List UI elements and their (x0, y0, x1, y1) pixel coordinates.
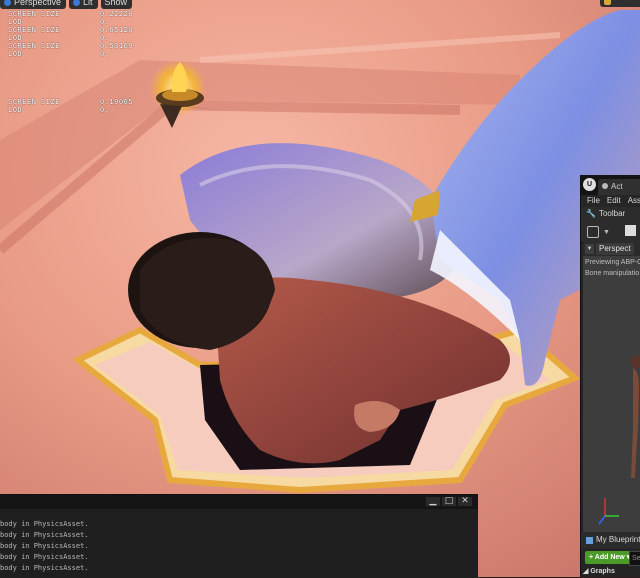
lod-stat-value: 0. (100, 106, 110, 114)
my-blueprint-tab[interactable]: My Blueprint (581, 532, 640, 548)
lod-stat-value: 0. (100, 18, 110, 26)
preview-perspective-label: Perspect (599, 244, 631, 253)
lod-stat-row: LOD 0. (8, 18, 133, 26)
perspective-icon (4, 0, 11, 6)
log-line: body in PhysicsAsset. (0, 542, 89, 550)
compile-icon[interactable] (587, 226, 599, 238)
menu-file[interactable]: File (587, 195, 600, 207)
minimize-icon[interactable]: ▁ (426, 497, 440, 506)
lit-icon (73, 0, 81, 6)
tab-act[interactable]: Act (598, 179, 640, 195)
show-button[interactable]: Show (100, 0, 133, 9)
dropdown-arrow-icon[interactable]: ▼ (603, 229, 610, 236)
lod-stat-row: LOD 0. (8, 34, 133, 42)
save-icon[interactable] (625, 225, 636, 236)
lod-stat-key: LOD (8, 50, 23, 58)
toolbar-title: Toolbar (598, 209, 626, 218)
lod-stat-value: 0.22220 (100, 10, 134, 18)
lod-stat-key: SCREEN SIZE (8, 98, 60, 106)
lod-stat-row: LOD 0. (8, 50, 133, 58)
lod-stat-value: 0. (100, 50, 110, 58)
unreal-logo-icon[interactable]: U (583, 178, 596, 191)
lod-stat-value: 0.65120 (100, 26, 134, 34)
preview-perspective-button[interactable]: Perspect (596, 243, 634, 255)
lod-stat-key: LOD (8, 18, 23, 26)
lod-stat-value: 0.53169 (100, 42, 134, 50)
log-line: body in PhysicsAsset. (0, 564, 89, 572)
lod-stat-value: 0. (100, 34, 110, 42)
wrench-icon: 🔧 (586, 209, 596, 218)
log-line: body in PhysicsAsset. (0, 531, 89, 539)
editor-tabbar: U Act (581, 175, 640, 195)
lod-stats-overlay: SCREEN SIZE 0.22220 LOD 0. SCREEN SIZE 0.65… (8, 10, 133, 114)
log-lines[interactable]: body in PhysicsAsset. body in PhysicsAss… (0, 519, 89, 574)
lod-stat-key: LOD (8, 34, 23, 42)
menu-asset[interactable]: Ass (628, 195, 640, 207)
my-blueprint-label: My Blueprint (596, 535, 640, 544)
window-controls: ▁ □ ✕ (426, 497, 472, 506)
log-line: body in PhysicsAsset. (0, 553, 89, 561)
perspective-label: Perspective (14, 0, 62, 7)
output-log-titlebar[interactable]: ▁ □ ✕ (0, 495, 478, 509)
perspective-button[interactable]: Perspective (0, 0, 67, 9)
level-viewport[interactable]: Perspective Lit Show SCREEN SIZE 0.22220 … (0, 0, 640, 577)
blueprint-icon (586, 536, 593, 544)
lod-stat-row: LOD 0. (8, 106, 133, 114)
lod-stat-row: SCREEN SIZE 0.53169 (8, 42, 133, 50)
lod-stat-key: LOD (8, 106, 23, 114)
log-line: body in PhysicsAsset. (0, 520, 89, 528)
viewport-toolbar: Perspective Lit Show (0, 0, 133, 9)
editor-menubar: File Edit Ass (581, 195, 640, 207)
toolbar-icons: ▼ (581, 220, 640, 243)
preview-options-dropdown[interactable]: ▼ (585, 244, 594, 254)
lod-stat-row: SCREEN SIZE 0.65120 (8, 26, 133, 34)
close-icon[interactable]: ✕ (458, 497, 472, 506)
tab-label: Act (611, 182, 623, 191)
asset-icon (602, 183, 608, 189)
animation-blueprint-editor: U Act File Edit Ass 🔧 Toolbar ▼ ▼ Perspec… (580, 175, 640, 577)
axis-z-icon (598, 515, 606, 525)
maximize-icon[interactable]: □ (442, 497, 456, 506)
lod-stat-row: SCREEN SIZE 0.19065 (8, 98, 133, 106)
output-log-window[interactable]: ▁ □ ✕ body in PhysicsAsset. body in Phys… (0, 494, 478, 578)
toolbar-header[interactable]: 🔧 Toolbar (581, 207, 640, 220)
viewport-options-button[interactable] (600, 0, 640, 7)
preview-info-line: Bone manipulatio (585, 270, 640, 277)
preview-viewport[interactable]: ▼ Perspect Previewing ABP-G Bone manipul… (583, 242, 640, 532)
lit-label: Lit (83, 0, 93, 7)
graphs-section-header[interactable]: ◢ Graphs (583, 567, 615, 577)
blueprint-search-input[interactable]: Se (629, 551, 640, 566)
lod-stat-row: SCREEN SIZE 0.22220 (8, 10, 133, 18)
preview-toolbar: ▼ Perspect (583, 242, 640, 256)
menu-edit[interactable]: Edit (607, 195, 621, 207)
preview-info-line: Previewing ABP-G (585, 259, 640, 266)
preview-mannequin (598, 356, 640, 525)
lod-stat-key: SCREEN SIZE (8, 10, 60, 18)
lod-stat-value: 0.19065 (100, 98, 134, 106)
lod-stat-key: SCREEN SIZE (8, 42, 60, 50)
lit-button[interactable]: Lit (69, 0, 98, 9)
add-new-button[interactable]: + Add New ▾ (585, 551, 635, 564)
show-label: Show (104, 0, 128, 7)
blueprint-actions-bar: + Add New ▾ Se (581, 548, 640, 566)
settings-icon (604, 0, 611, 5)
lod-stat-key: SCREEN SIZE (8, 26, 60, 34)
